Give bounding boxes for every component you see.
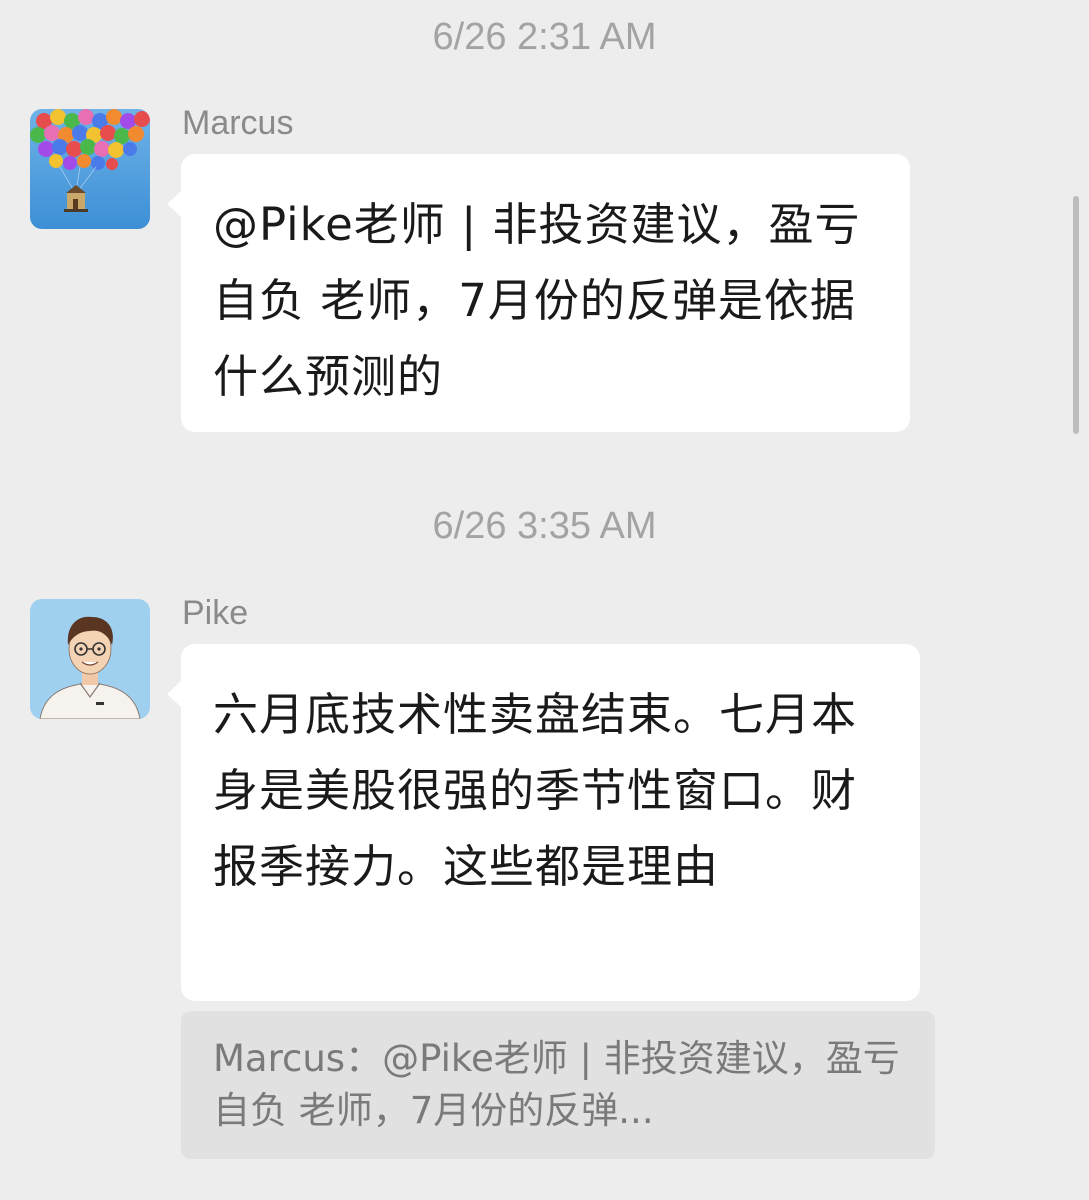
quoted-message[interactable]: Marcus：@Pike老师 | 非投资建议，盈亏自负 老师，7月份的反弹... (181, 1011, 935, 1159)
chat-view[interactable]: 6/26 2:31 AM Marcus @Pike老师 | 非投资建议，盈亏自负… (0, 0, 1089, 1200)
quoted-message-text: Marcus：@Pike老师 | 非投资建议，盈亏自负 老师，7月份的反弹... (213, 1037, 900, 1132)
pike-avatar-icon[interactable] (30, 599, 150, 719)
message-timestamp: 6/26 2:31 AM (432, 16, 657, 58)
scrollbar[interactable] (1073, 196, 1079, 434)
marcus-avatar-icon[interactable] (30, 109, 150, 229)
sender-name: Marcus (182, 104, 294, 142)
sender-name: Pike (182, 594, 249, 632)
message-bubble[interactable]: @Pike老师 | 非投资建议，盈亏自负 老师，7月份的反弹是依据什么预测的 (167, 154, 910, 432)
message-text: @Pike老师 | 非投资建议，盈亏自负 老师，7月份的反弹是依据什么预测的 (213, 198, 861, 403)
message-timestamp: 6/26 3:35 AM (432, 505, 657, 547)
message-bubble[interactable]: 六月底技术性卖盘结束。七月本身是美股很强的季节性窗口。财报季接力。这些都是理由 (167, 644, 920, 1001)
message-text: 六月底技术性卖盘结束。七月本身是美股很强的季节性窗口。财报季接力。这些都是理由 (213, 688, 858, 893)
